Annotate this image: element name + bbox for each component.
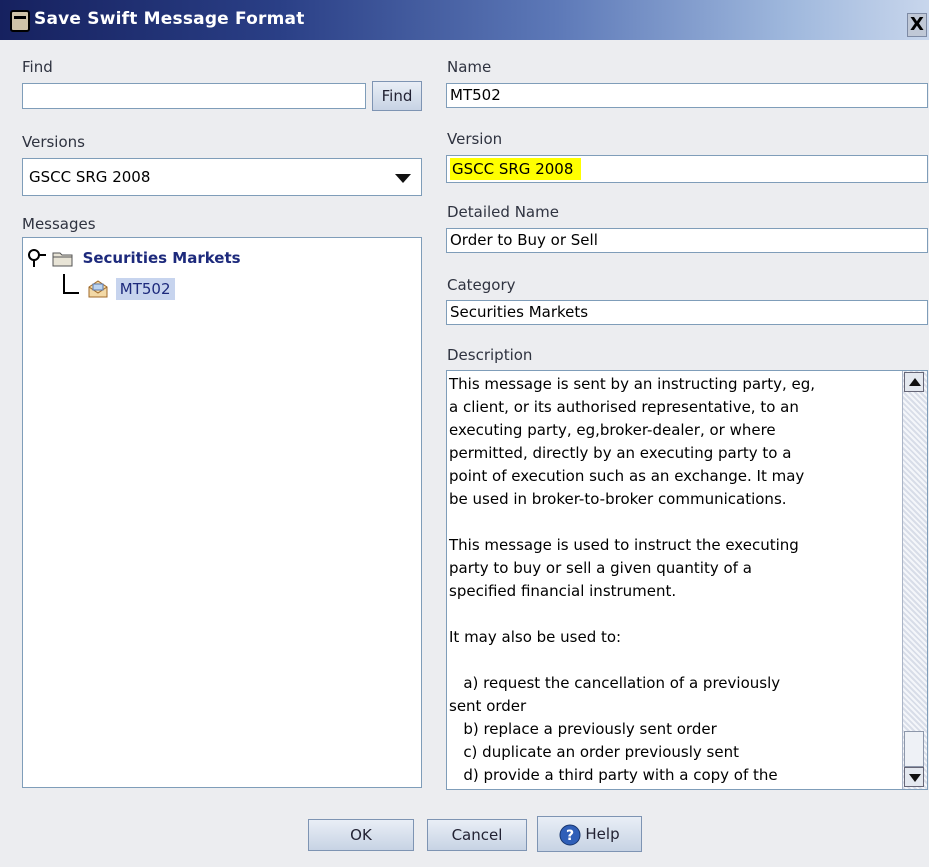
help-icon: ? — [559, 824, 581, 845]
tree-item-mt502[interactable]: MT502 — [87, 277, 175, 300]
version-label: Version — [447, 130, 503, 148]
ok-button[interactable]: OK — [308, 819, 414, 851]
scroll-down-icon[interactable] — [904, 767, 924, 787]
find-input[interactable] — [22, 83, 366, 109]
versions-label: Versions — [22, 133, 85, 151]
svg-text:?: ? — [566, 828, 574, 844]
expander-pin-icon[interactable] — [27, 248, 47, 268]
messages-tree[interactable]: Securities Markets MT502 — [22, 237, 422, 788]
close-button[interactable]: X — [907, 13, 927, 37]
description-text: This message is sent by an instructing p… — [449, 375, 816, 784]
version-value: GSCC SRG 2008 — [450, 158, 582, 180]
tree-connector — [63, 274, 79, 294]
description-textarea[interactable]: This message is sent by an instructing p… — [446, 370, 928, 790]
name-input[interactable]: MT502 — [446, 83, 928, 108]
tree-item-label: MT502 — [115, 277, 175, 300]
detailed-name-input[interactable]: Order to Buy or Sell — [446, 228, 928, 253]
title-bar: Save Swift Message Format X — [0, 0, 929, 40]
cancel-button[interactable]: Cancel — [427, 819, 527, 851]
chevron-down-icon[interactable] — [395, 174, 411, 183]
scrollbar-thumb[interactable] — [904, 731, 924, 767]
scroll-up-icon[interactable] — [904, 372, 924, 392]
messages-label: Messages — [22, 215, 96, 233]
find-button[interactable]: Find — [372, 81, 422, 111]
name-label: Name — [447, 58, 492, 76]
find-label: Find — [22, 58, 53, 76]
description-label: Description — [447, 346, 533, 364]
app-icon — [10, 10, 30, 32]
description-scrollbar[interactable] — [902, 371, 927, 789]
envelope-icon — [88, 280, 108, 298]
help-button[interactable]: ? Help — [537, 816, 642, 852]
tree-folder-label: Securities Markets — [82, 248, 241, 267]
version-input[interactable]: GSCC SRG 2008 — [446, 155, 928, 183]
folder-icon — [52, 252, 73, 267]
versions-select[interactable]: GSCC SRG 2008 — [22, 158, 422, 196]
versions-selected-value: GSCC SRG 2008 — [29, 168, 151, 186]
tree-folder-node[interactable]: Securities Markets — [27, 248, 241, 268]
detailed-name-label: Detailed Name — [447, 203, 559, 221]
window-title: Save Swift Message Format — [34, 9, 305, 29]
help-label: Help — [585, 825, 620, 843]
category-input[interactable]: Securities Markets — [446, 300, 928, 325]
category-label: Category — [447, 276, 516, 294]
